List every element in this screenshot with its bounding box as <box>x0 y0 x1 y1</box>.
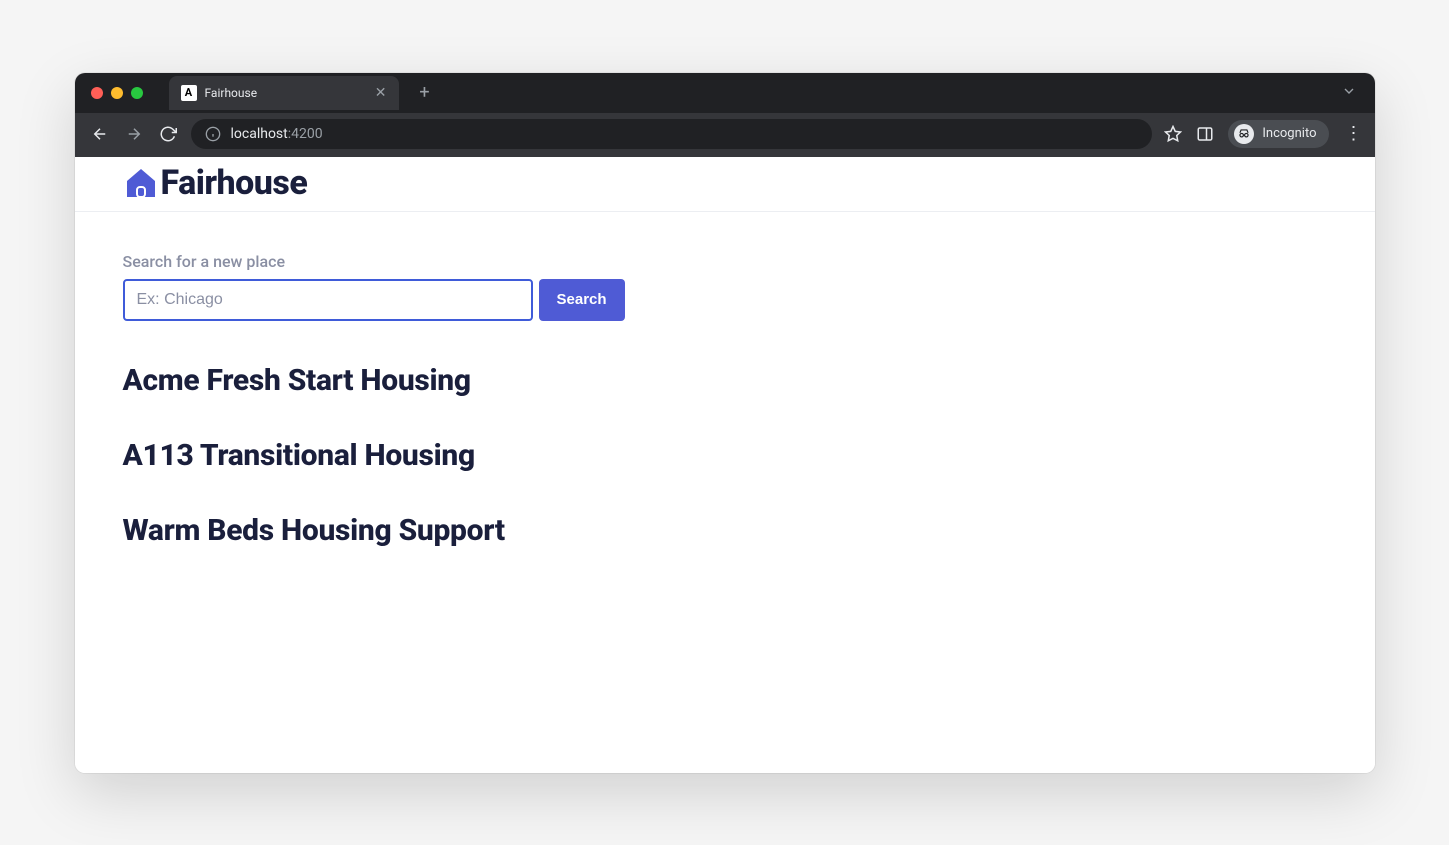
incognito-icon <box>1234 124 1254 144</box>
browser-window: A Fairhouse ✕ + <box>75 73 1375 773</box>
close-window-button[interactable] <box>91 87 103 99</box>
maximize-window-button[interactable] <box>131 87 143 99</box>
result-item-title: Acme Fresh Start Housing <box>123 363 1327 398</box>
search-label: Search for a new place <box>123 252 1327 271</box>
browser-toolbar: localhost:4200 Incognito ⋮ <box>75 113 1375 157</box>
close-tab-button[interactable]: ✕ <box>375 85 387 101</box>
url-port: :4200 <box>288 126 323 142</box>
browser-tab[interactable]: A Fairhouse ✕ <box>169 76 399 110</box>
new-tab-button[interactable]: + <box>411 82 439 103</box>
reload-button[interactable] <box>157 123 179 145</box>
back-button[interactable] <box>89 123 111 145</box>
search-button[interactable]: Search <box>539 279 625 321</box>
results-list: Acme Fresh Start Housing A113 Transition… <box>123 363 1327 548</box>
minimize-window-button[interactable] <box>111 87 123 99</box>
site-info-icon[interactable] <box>205 126 221 142</box>
window-controls <box>85 87 151 99</box>
main-content: Search for a new place Search Acme Fresh… <box>75 212 1375 588</box>
result-item-title: A113 Transitional Housing <box>123 438 1327 473</box>
app-header: Fairhouse <box>75 157 1375 212</box>
toolbar-right: Incognito ⋮ <box>1164 120 1364 148</box>
panel-icon[interactable] <box>1196 125 1214 143</box>
forward-button[interactable] <box>123 123 145 145</box>
url-host: localhost <box>231 126 288 142</box>
chevron-down-icon[interactable] <box>1335 79 1363 107</box>
star-icon[interactable] <box>1164 125 1182 143</box>
tab-title: Fairhouse <box>205 86 367 100</box>
search-input[interactable] <box>123 279 533 321</box>
page-content: Fairhouse Search for a new place Search … <box>75 157 1375 773</box>
favicon-icon: A <box>181 85 197 101</box>
incognito-badge[interactable]: Incognito <box>1228 120 1328 148</box>
url-text: localhost:4200 <box>231 126 323 142</box>
house-logo-icon <box>123 165 159 201</box>
address-bar[interactable]: localhost:4200 <box>191 119 1153 149</box>
menu-button[interactable]: ⋮ <box>1343 123 1365 144</box>
tab-bar: A Fairhouse ✕ + <box>75 73 1375 113</box>
browser-chrome: A Fairhouse ✕ + <box>75 73 1375 157</box>
search-row: Search <box>123 279 1327 321</box>
result-item-title: Warm Beds Housing Support <box>123 513 1327 548</box>
app-title: Fairhouse <box>161 163 308 203</box>
incognito-label: Incognito <box>1262 126 1316 141</box>
